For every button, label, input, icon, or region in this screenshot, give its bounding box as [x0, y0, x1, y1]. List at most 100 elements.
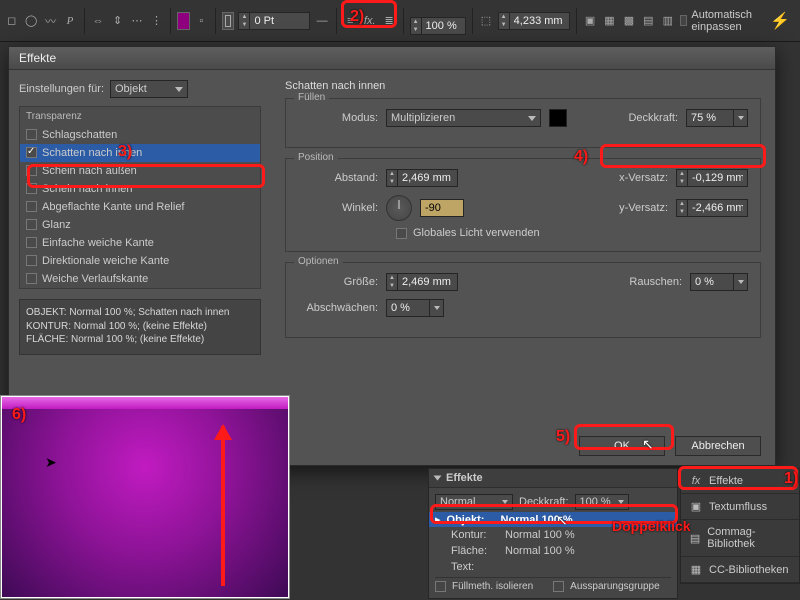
settings-for-label: Einstellungen für: [19, 83, 104, 95]
panel-opacity-label: Deckkraft: [519, 496, 569, 508]
yoff-label: y-Versatz: [619, 202, 668, 214]
tool-path[interactable]: 〰 [43, 10, 58, 32]
fill-legend: Füllen [294, 92, 329, 103]
fit-1[interactable]: ▣ [582, 10, 597, 32]
tool-dist-v[interactable]: ⋮ [149, 10, 164, 32]
noise-label: Rauschen: [629, 276, 682, 288]
selected-frame[interactable] [2, 397, 288, 597]
choke-input[interactable] [386, 299, 444, 317]
para-align2[interactable]: ≣ [381, 10, 396, 32]
item-outer-glow[interactable]: Schein nach außen [20, 162, 260, 180]
ok-button[interactable]: OK [579, 436, 665, 456]
item-bevel[interactable]: Abgeflachte Kante und Relief [20, 198, 260, 216]
position-legend: Position [294, 152, 338, 163]
fit-4[interactable]: ▤ [641, 10, 656, 32]
frame-fit-1[interactable]: ⬚ [478, 10, 493, 32]
top-toolbar: ◻ ◯ 〰 P ⇔ ⇕ ⋯ ⋮ ▫ ▲▼ — ≡ fx. ≣ ▲▼ ⬚ ▲▼ ▣… [0, 0, 800, 42]
cancel-button[interactable]: Abbrechen [675, 436, 761, 456]
angle-label: Winkel: [298, 202, 378, 214]
para-align1[interactable]: ≡ [343, 10, 358, 32]
panel-row-text[interactable]: Text: [435, 559, 671, 575]
gpu-icon[interactable]: ⚡ [770, 11, 790, 31]
panel-title: Effekte [446, 472, 483, 484]
fit-5[interactable]: ▥ [660, 10, 675, 32]
item-inner-glow[interactable]: Schein nach innen [20, 180, 260, 198]
noise-input[interactable] [690, 273, 748, 291]
yoff-input[interactable]: ▲▼ [676, 199, 748, 217]
effects-summary: OBJEKT: Normal 100 %; Schatten nach inne… [19, 299, 261, 355]
tab-commag[interactable]: ▤Commag-Bibliothek [681, 520, 799, 557]
shadow-color[interactable] [549, 109, 567, 127]
tab-effects[interactable]: fxEffekte [681, 469, 799, 494]
size-input[interactable]: ▲▼ [386, 273, 458, 291]
effects-panel: Effekte Normal Deckkraft: 100 % ▸ Objekt… [428, 468, 678, 599]
tab-cclib[interactable]: ▦CC-Bibliotheken [681, 557, 799, 583]
mode-label: Modus: [298, 112, 378, 124]
item-inner-shadow[interactable]: Schatten nach innen [20, 144, 260, 162]
opacity-label: Deckkraft: [628, 112, 678, 124]
angle-input[interactable] [420, 199, 464, 217]
global-light-checkbox[interactable]: Globales Licht verwenden [396, 227, 748, 239]
isolate-blend-label: Füllmeth. isolieren [452, 581, 533, 592]
position-fieldset: Position Abstand: ▲▼ x-Versatz: ▲▼ Winke… [285, 158, 761, 252]
item-feather-basic[interactable]: Einfache weiche Kante [20, 234, 260, 252]
tool-align-v[interactable]: ⇕ [110, 10, 125, 32]
distance-label: Abstand: [298, 172, 378, 184]
document-canvas[interactable]: ➤ [0, 395, 290, 599]
xoff-input[interactable]: ▲▼ [676, 169, 748, 187]
item-feather-directional[interactable]: Direktionale weiche Kante [20, 252, 260, 270]
knockout-label: Aussparungsgruppe [570, 581, 660, 592]
stroke-weight[interactable]: ▲▼ [238, 12, 310, 30]
opacity-input[interactable] [686, 109, 748, 127]
cursor-icon: ➤ [45, 454, 57, 471]
item-drop-shadow[interactable]: Schlagschatten [20, 126, 260, 144]
fx-small-icon: fx [689, 475, 703, 487]
fx-icon[interactable]: fx. [362, 10, 377, 32]
options-fieldset: Optionen Größe: ▲▼ Rauschen: Abschwächen… [285, 262, 761, 338]
distance-input[interactable]: ▲▼ [386, 169, 458, 187]
knockout-checkbox[interactable] [553, 581, 564, 592]
angle-dial[interactable] [386, 195, 412, 221]
annotation-arrow [221, 426, 225, 586]
disclosure-icon[interactable] [434, 476, 442, 481]
effects-list: Transparenz Schlagschatten Schatten nach… [19, 106, 261, 289]
tab-textwrap[interactable]: ▣Textumfluss [681, 494, 799, 520]
panel-row-object[interactable]: ▸ Objekt: Normal 100 % [429, 512, 677, 527]
cclib-icon: ▦ [689, 563, 703, 576]
item-satin[interactable]: Glanz [20, 216, 260, 234]
tool-paragraph[interactable]: P [62, 10, 77, 32]
panel-row-fill[interactable]: Fläche:Normal 100 % [435, 543, 671, 559]
tool-align-h[interactable]: ⇔ [90, 10, 105, 32]
stroke-swatch[interactable] [222, 12, 235, 30]
dialog-title: Effekte [9, 47, 775, 70]
panel-tabs: fxEffekte ▣Textumfluss ▤Commag-Bibliothe… [680, 468, 800, 584]
library-icon: ▤ [689, 532, 701, 545]
section-heading: Schatten nach innen [285, 80, 761, 92]
autofit-checkbox[interactable]: Automatisch einpassen [680, 9, 767, 33]
textwrap-icon: ▣ [689, 500, 703, 513]
frame-highlight [2, 397, 288, 409]
mode-select[interactable]: Multiplizieren [386, 109, 541, 127]
xoff-label: x-Versatz: [619, 172, 668, 184]
fill-swatch[interactable] [177, 12, 190, 30]
tool-corner[interactable]: ◻ [4, 10, 19, 32]
settings-for-select[interactable]: Objekt [110, 80, 188, 98]
choke-label: Abschwächen: [298, 302, 378, 314]
noneswatch[interactable]: ▫ [194, 10, 209, 32]
isolate-blend-checkbox[interactable] [435, 581, 446, 592]
opacity-field[interactable]: ▲▼ [410, 17, 466, 35]
fit-2[interactable]: ▦ [602, 10, 617, 32]
tool-dist-h[interactable]: ⋯ [129, 10, 144, 32]
tool-circle[interactable]: ◯ [23, 10, 38, 32]
stroke-style[interactable]: — [314, 10, 329, 32]
panel-row-stroke[interactable]: Kontur:Normal 100 % [435, 527, 671, 543]
measure-field[interactable]: ▲▼ [498, 12, 570, 30]
size-label: Größe: [298, 276, 378, 288]
item-feather-gradient[interactable]: Weiche Verlaufskante [20, 270, 260, 288]
options-legend: Optionen [294, 256, 343, 267]
fill-fieldset: Füllen Modus: Multiplizieren Deckkraft: [285, 98, 761, 148]
panel-opacity[interactable]: 100 % [575, 494, 629, 510]
list-group-title: Transparenz [20, 107, 260, 126]
fit-3[interactable]: ▩ [621, 10, 636, 32]
panel-blend-mode[interactable]: Normal [435, 494, 513, 510]
